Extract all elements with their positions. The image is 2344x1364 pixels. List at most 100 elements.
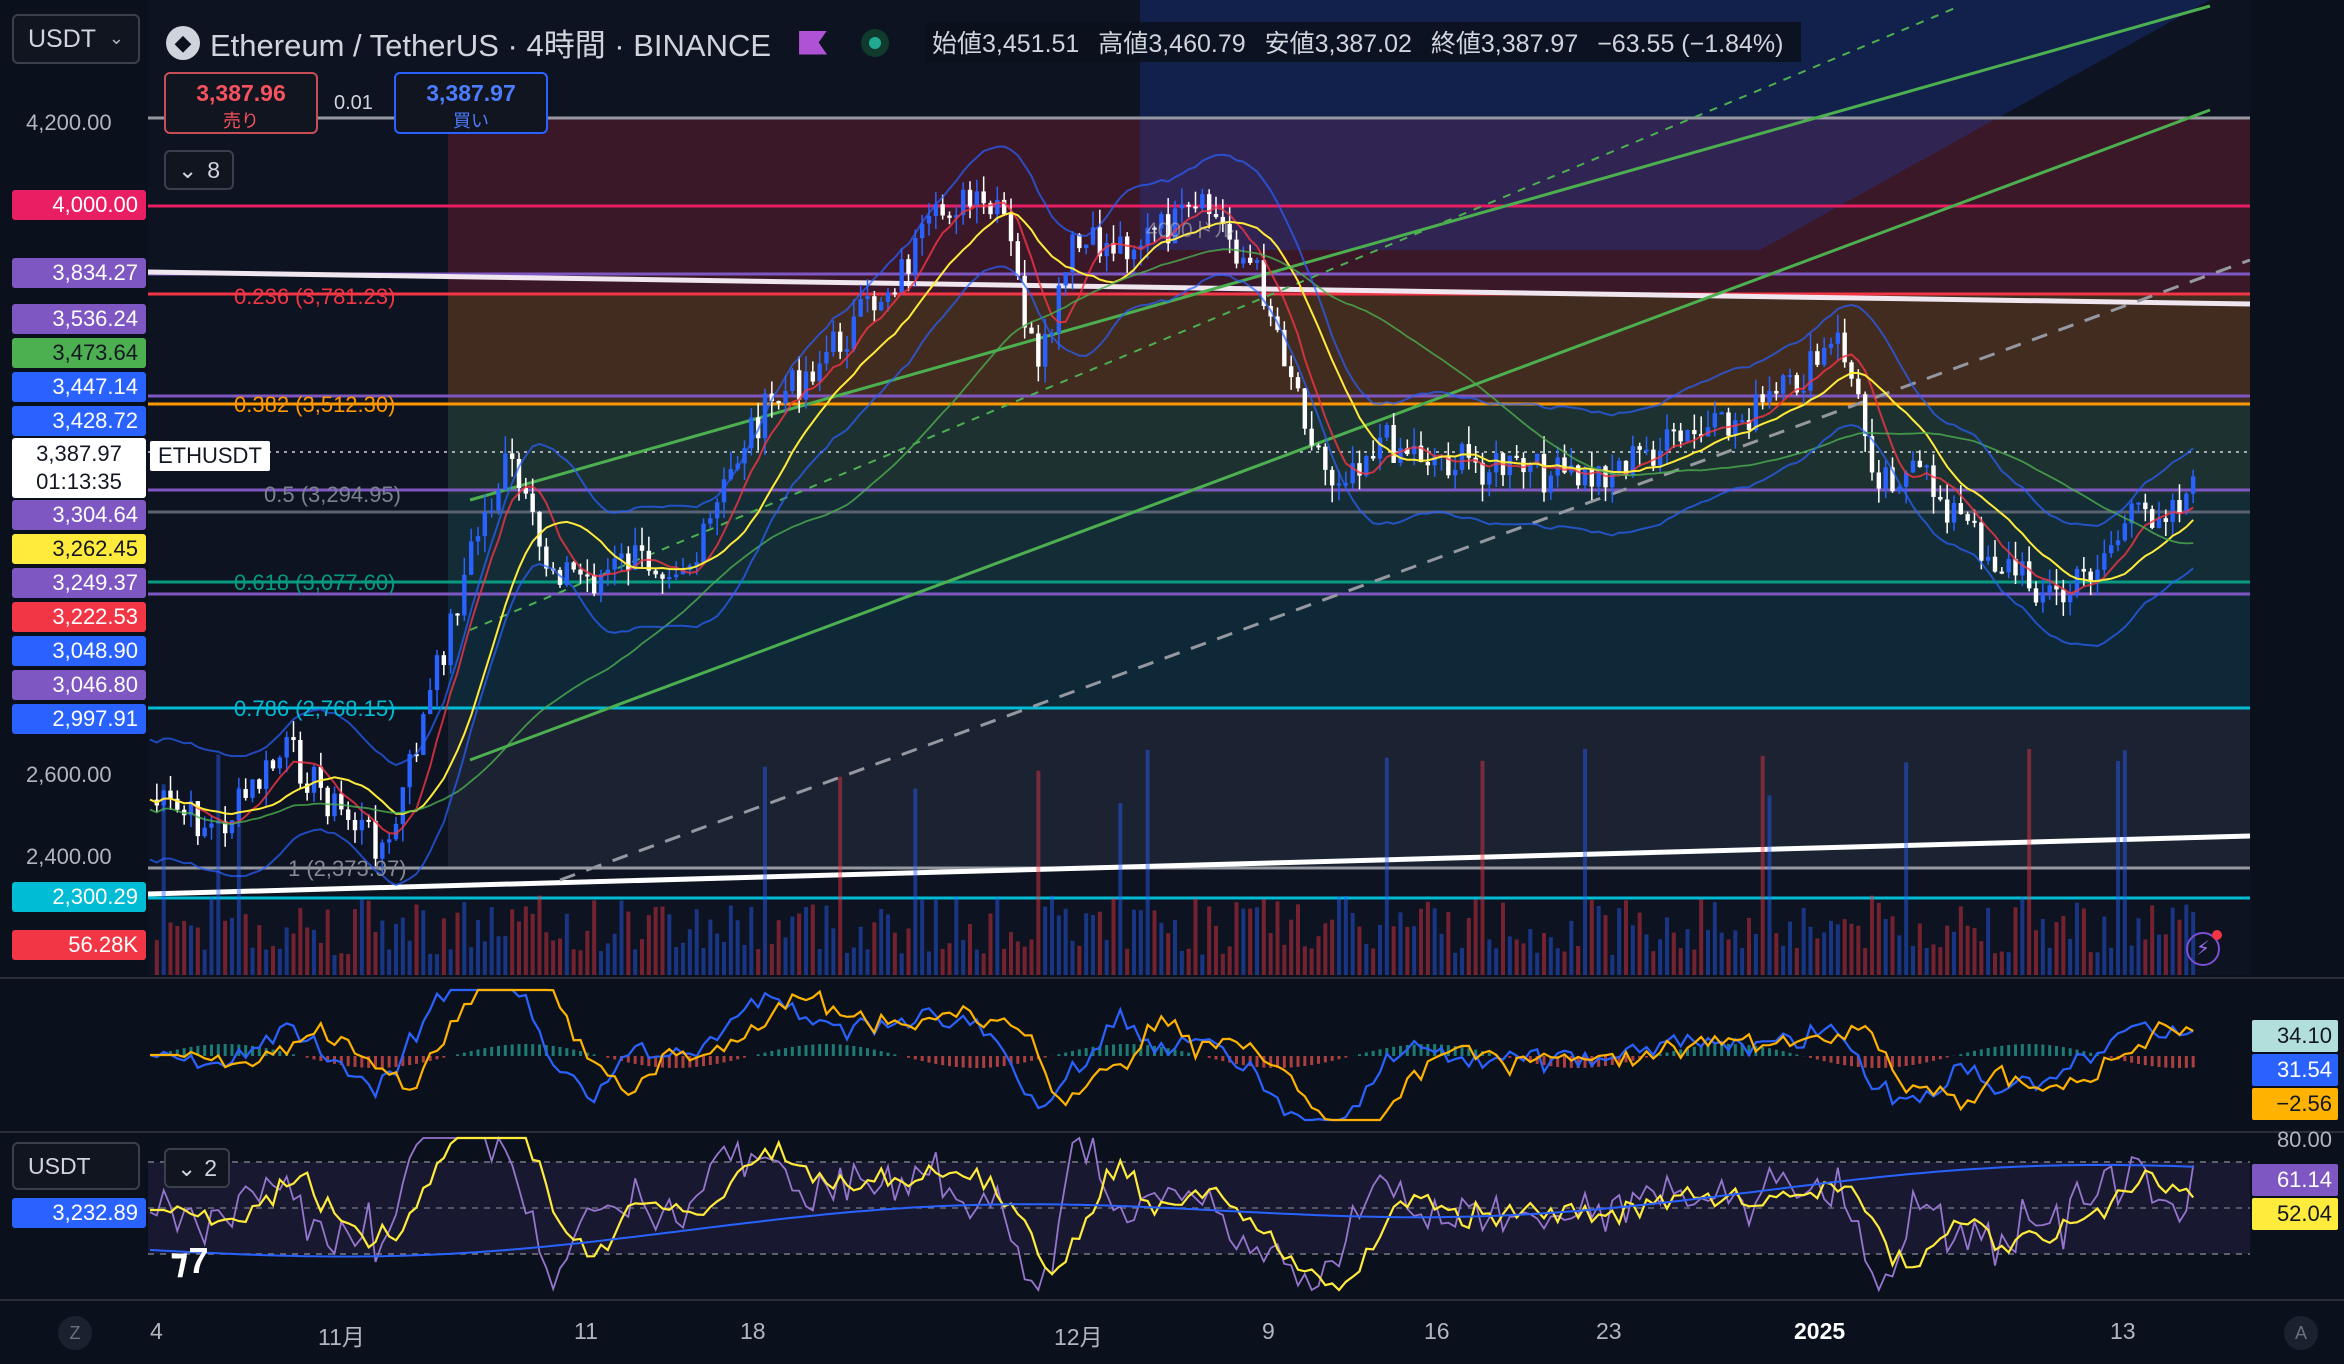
- volume-bar: [482, 941, 487, 975]
- market-status-icon[interactable]: [861, 28, 890, 57]
- macd-histogram-bar: [736, 1056, 740, 1060]
- macd-histogram-bar: [2171, 1056, 2175, 1068]
- rsi-currency-select[interactable]: USDT: [12, 1142, 140, 1190]
- volume-bar: [2122, 750, 2127, 975]
- macd-histogram-bar: [770, 1050, 774, 1056]
- candle-body: [660, 574, 665, 579]
- tradingview-logo[interactable]: ⁊7: [170, 1240, 209, 1282]
- buy-button[interactable]: 3,387.97 買い: [394, 72, 548, 134]
- volume-bar: [1774, 933, 1779, 975]
- candle-body: [1616, 460, 1622, 472]
- candle-body: [940, 204, 945, 216]
- volume-bar: [1241, 908, 1246, 975]
- macd-histogram-bar: [1624, 1056, 1628, 1063]
- volume-bar: [1671, 932, 1676, 975]
- volume-bar: [1419, 908, 1423, 975]
- candle-body: [1931, 465, 1936, 497]
- price-chart[interactable]: [0, 0, 2344, 1364]
- candle-body: [701, 523, 706, 563]
- macd-histogram-bar: [2061, 1047, 2065, 1056]
- candle-body: [913, 238, 918, 274]
- candle-body: [1234, 239, 1239, 264]
- macd-histogram-bar: [1057, 1054, 1061, 1056]
- time-axis-label: 2025: [1794, 1318, 1846, 1344]
- macd-histogram-bar: [968, 1056, 972, 1068]
- auto-scale-icon[interactable]: A: [2284, 1316, 2318, 1350]
- volume-bar: [380, 920, 385, 975]
- volume-bar: [2163, 934, 2168, 975]
- volume-bar: [312, 929, 316, 975]
- macd-histogram-bar: [784, 1048, 787, 1056]
- volume-bar: [2088, 952, 2093, 975]
- candle-body: [1985, 556, 1991, 561]
- macd-histogram-bar: [1146, 1045, 1150, 1056]
- volume-bar: [202, 949, 207, 975]
- candle-body: [790, 370, 795, 391]
- candle-body: [2115, 540, 2121, 546]
- volume-bar: [277, 948, 282, 975]
- macd-histogram-bar: [538, 1044, 541, 1056]
- rsi-indicators-toggle[interactable]: ⌄ 2: [164, 1148, 230, 1188]
- high-value: 3,460.79: [1148, 30, 1246, 58]
- volume-bar: [804, 907, 808, 975]
- volume-bar: [1111, 897, 1116, 975]
- macd-histogram-bar: [503, 1045, 507, 1056]
- candle-body: [2095, 569, 2100, 582]
- macd-histogram-bar: [1125, 1044, 1129, 1056]
- macd-histogram-bar: [2027, 1044, 2031, 1056]
- volume-bar: [1480, 760, 1485, 975]
- volume-bar: [1391, 926, 1396, 975]
- time-axis-label: 4: [150, 1318, 163, 1344]
- candle-body: [1070, 234, 1075, 273]
- macd-histogram-bar: [763, 1052, 767, 1056]
- symbol-title[interactable]: ◆ Ethereum / TetherUS · 4時間 · BINANCE: [166, 20, 890, 65]
- macd-histogram-bar: [1371, 1050, 1375, 1056]
- volume-bar: [250, 947, 255, 975]
- alert-bolt-icon[interactable]: ⚡: [2186, 930, 2222, 966]
- volume-bar: [1309, 948, 1314, 975]
- volume-bar: [947, 943, 952, 975]
- volume-bar: [1330, 919, 1335, 975]
- candle-body: [708, 518, 713, 524]
- candle-body: [421, 714, 426, 755]
- currency-select[interactable]: USDT ⌄: [12, 14, 140, 64]
- macd-histogram-bar: [531, 1044, 535, 1056]
- macd-histogram-bar: [2191, 1056, 2195, 1068]
- last-price-tag: 3,387.97 01:13:35: [12, 438, 146, 498]
- candle-body: [386, 839, 392, 843]
- rsi-indicators-count: 2: [204, 1154, 218, 1181]
- macd-value-tag: 34.10: [2252, 1020, 2338, 1052]
- candle-body: [1254, 260, 1260, 263]
- volume-bar: [1425, 901, 1430, 975]
- volume-bar: [1719, 932, 1724, 975]
- indicators-toggle[interactable]: ⌄ 8: [164, 150, 234, 190]
- volume-bar: [318, 942, 323, 975]
- volume-bar: [1255, 907, 1259, 975]
- candle-body: [1951, 503, 1957, 523]
- zoom-icon[interactable]: Z: [58, 1316, 92, 1350]
- flag-icon[interactable]: [799, 30, 828, 55]
- candle-body: [352, 820, 358, 831]
- volume-bar: [1835, 924, 1840, 975]
- volume-bar: [783, 937, 788, 975]
- candle-body: [243, 789, 248, 798]
- volume-bar: [1009, 932, 1013, 975]
- macd-histogram-bar: [558, 1046, 562, 1056]
- macd-histogram-bar: [743, 1056, 746, 1058]
- macd-histogram-bar: [626, 1056, 630, 1063]
- volume-bar: [1555, 948, 1560, 975]
- candle-body: [571, 562, 576, 570]
- candle-body: [878, 301, 884, 311]
- macd-histogram-bar: [2137, 1056, 2140, 1065]
- volume-bar: [1849, 923, 1854, 975]
- candle-body: [209, 823, 214, 828]
- macd-histogram-bar: [1672, 1050, 1676, 1056]
- sell-button[interactable]: 3,387.96 売り: [164, 72, 318, 134]
- candle-body: [339, 793, 344, 810]
- volume-bar: [1603, 915, 1608, 975]
- candle-body: [824, 352, 829, 364]
- candle-body: [2067, 594, 2073, 603]
- macd-histogram-bar: [2150, 1056, 2154, 1067]
- candle-body: [2081, 568, 2087, 572]
- volume-bar: [462, 902, 467, 975]
